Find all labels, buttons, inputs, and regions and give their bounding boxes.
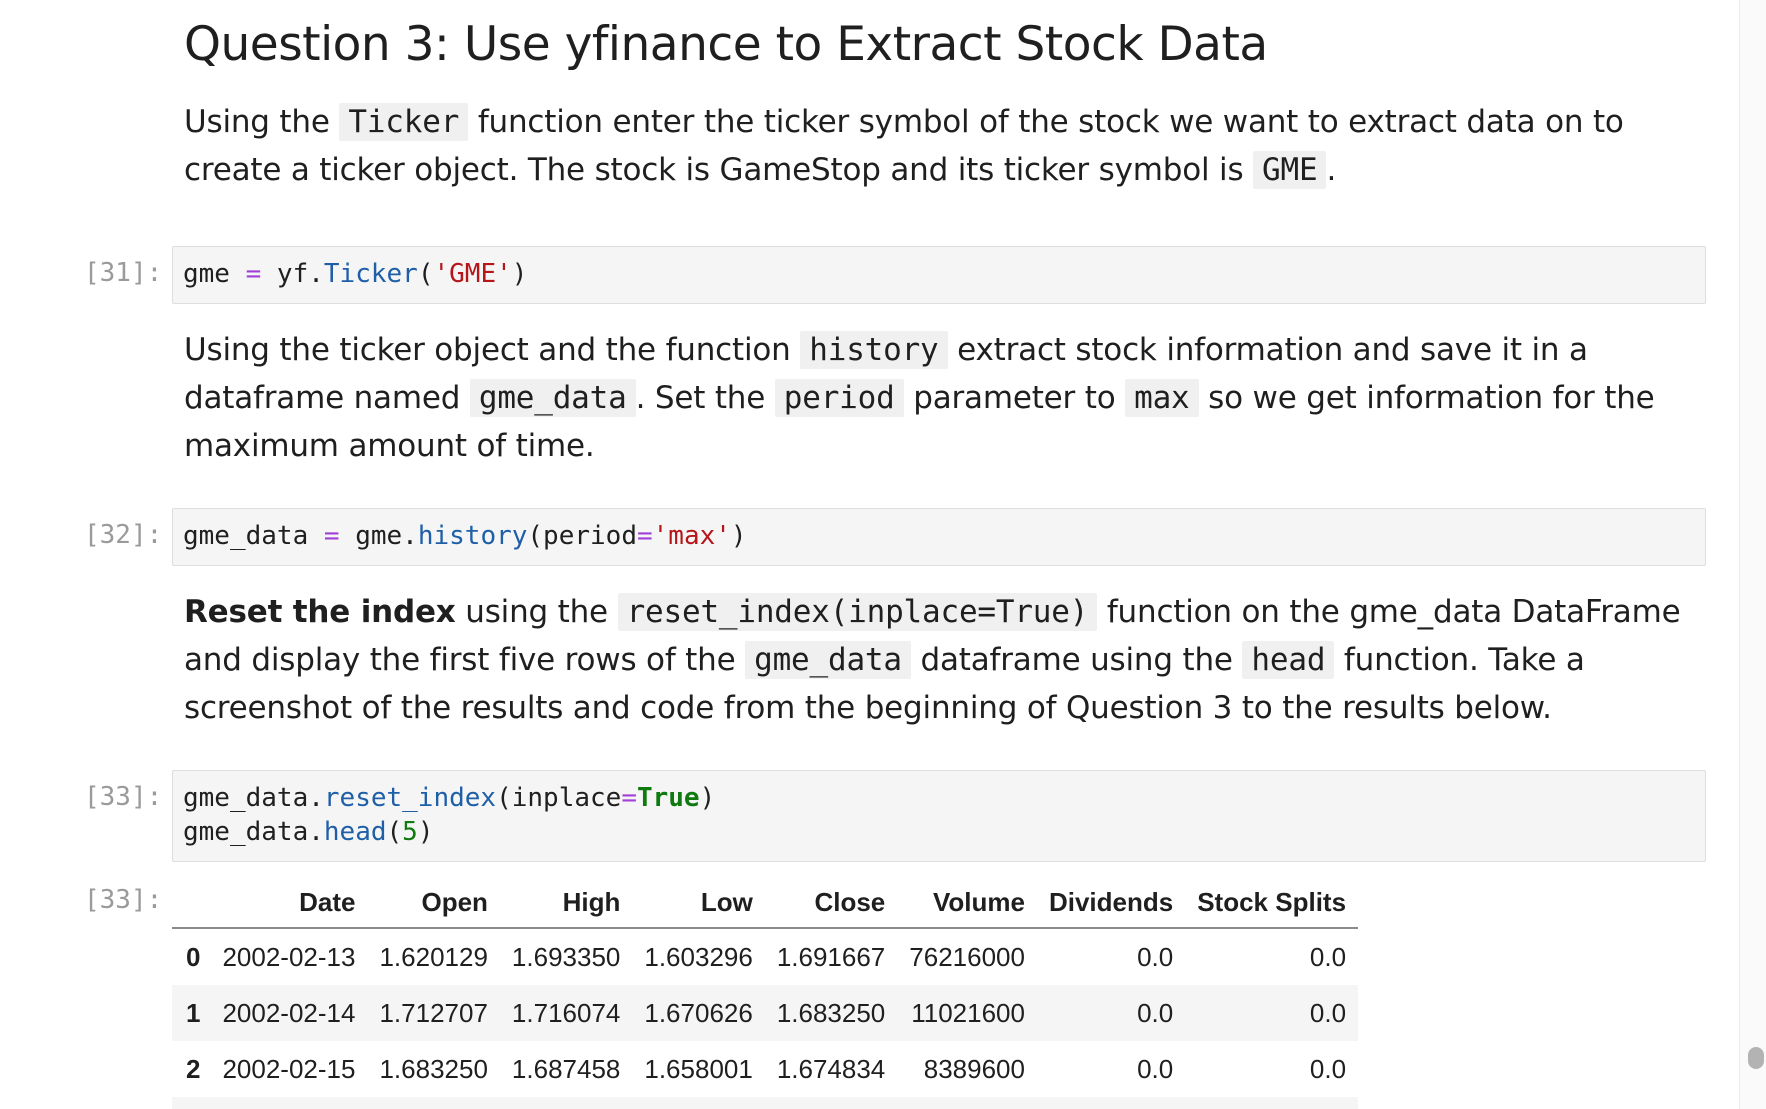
markdown-cell-history-instructions[interactable]: Using the ticker object and the function… (184, 326, 1684, 470)
cell-volume: 11021600 (897, 985, 1037, 1041)
code-token-keyword: True (636, 783, 700, 813)
row-index: 1 (172, 985, 211, 1041)
markdown-cell-ticker-instructions[interactable]: Using the Ticker function enter the tick… (184, 98, 1684, 194)
md-bold-text: Reset the index (184, 594, 456, 630)
code-token-operator: = (621, 783, 637, 813)
vertical-scrollbar[interactable] (1739, 0, 1766, 1109)
notebook: Question 3: Use yfinance to Extract Stoc… (0, 0, 1766, 1109)
md-text: Using the (184, 104, 340, 140)
column-header-date: Date (210, 877, 368, 929)
cell-open: 1.712707 (367, 985, 500, 1041)
md-text: dataframe using the (910, 642, 1243, 678)
cell-low: 1.658001 (644, 1053, 753, 1084)
cell-open: 1.620129 (379, 941, 488, 972)
code-token: gme_data. (183, 783, 324, 813)
code-token: ) (417, 817, 434, 847)
column-header-dividends: Dividends (1036, 877, 1186, 929)
cell-low: 1.670626 (632, 985, 765, 1041)
cell-volume: 76216000 (909, 941, 1025, 972)
code-token-operator: = (323, 521, 340, 551)
row-index: 2 (186, 1053, 201, 1084)
cell-close: 1.691667 (776, 941, 886, 972)
code-token: ( (386, 817, 403, 847)
inline-code-gme-data: gme_data (745, 641, 911, 679)
column-header-open: Open (367, 877, 500, 929)
inline-code-head: head (1242, 641, 1335, 679)
inline-code-history: history (800, 331, 948, 369)
inline-code-reset-index: reset_index(inplace=True) (617, 593, 1098, 631)
column-header-stock-splits: Stock Splits (1185, 877, 1359, 929)
code-token: (period (527, 521, 637, 551)
cell-date: 2002-02-15 (222, 1053, 356, 1084)
cell-dividends: 0.0 (1137, 941, 1174, 972)
code-token-function: head (323, 817, 387, 847)
code-cell-31[interactable]: gme = yf.Ticker('GME') (172, 246, 1706, 304)
execution-count-31: [31]: (84, 258, 163, 288)
table-row: 0 2002-02-13 1.620129 1.693350 1.603296 … (172, 928, 1358, 985)
code-token-function: history (417, 521, 528, 551)
column-header-volume: Volume (897, 877, 1037, 929)
code-token: gme (183, 259, 246, 289)
code-token-function: reset_index (323, 783, 497, 813)
inline-code-gme: GME (1253, 151, 1327, 189)
md-text: . (1326, 152, 1337, 188)
inline-code-gme-data: gme_data (469, 379, 636, 417)
cell-open: 1.683250 (379, 1053, 488, 1084)
cell-high: 1.716074 (499, 985, 633, 1041)
code-token-string: 'GME' (433, 259, 512, 289)
code-token: ) (730, 521, 747, 551)
cell-dividends: 0.0 (1137, 1053, 1174, 1084)
code-token: gme_data. (183, 817, 324, 847)
inline-code-ticker: Ticker (339, 103, 469, 141)
code-token-string: 'max' (652, 521, 731, 551)
code-token: gme_data (183, 521, 324, 551)
cell-close: 1.683250 (764, 985, 898, 1041)
cell-dividends: 0.0 (1036, 985, 1186, 1041)
execution-count-32: [32]: (84, 520, 163, 550)
code-token-operator: = (636, 521, 653, 551)
cell-stock-splits: 0.0 (1309, 941, 1347, 972)
cell-high: 1.693350 (511, 941, 621, 972)
md-text: using the (455, 594, 618, 630)
code-token: ) (699, 783, 716, 813)
output-prompt-33: [33]: (84, 885, 163, 915)
code-token-function: Ticker (323, 259, 418, 289)
column-header-index (172, 877, 211, 929)
column-header-close: Close (764, 877, 898, 929)
cell-close: 1.674834 (776, 1053, 886, 1084)
row-index: 0 (186, 941, 201, 972)
code-token-operator: = (245, 259, 262, 289)
dataframe-output: Date Open High Low Close Volume Dividend… (172, 877, 1359, 1109)
cell-low: 1.603296 (644, 941, 753, 972)
code-token: (inplace (496, 783, 622, 813)
inline-code-max: max (1125, 379, 1199, 417)
column-header-high: High (499, 877, 633, 929)
inline-code-period: period (774, 379, 904, 417)
question-heading: Question 3: Use yfinance to Extract Stoc… (184, 17, 1268, 72)
cell-high: 1.687458 (511, 1053, 621, 1084)
execution-count-33: [33]: (84, 782, 163, 812)
cell-stock-splits: 0.0 (1185, 985, 1359, 1041)
md-text: . Set the (635, 380, 775, 416)
code-token: ( (417, 259, 434, 289)
table-row: 2 2002-02-15 1.683250 1.687458 1.658001 … (172, 1041, 1358, 1097)
table-row: 1 2002-02-14 1.712707 1.716074 1.670626 … (172, 985, 1359, 1041)
code-cell-33[interactable]: gme_data.reset_index(inplace=True) gme_d… (172, 770, 1706, 862)
md-text: Using the ticker object and the function (184, 332, 801, 368)
code-cell-32[interactable]: gme_data = gme.history(period='max') (172, 508, 1706, 566)
cell-stock-splits: 0.0 (1309, 1053, 1347, 1084)
cell-volume: 8389600 (923, 1053, 1025, 1084)
code-token-number: 5 (402, 817, 418, 847)
code-token: ) (511, 259, 528, 289)
table-row-partial (172, 1097, 1359, 1109)
md-text: parameter to (903, 380, 1126, 416)
dataframe-header-row: Date Open High Low Close Volume Dividend… (172, 877, 1359, 929)
code-token: yf. (261, 259, 324, 289)
markdown-cell-reset-index-instructions[interactable]: Reset the index using the reset_index(in… (184, 588, 1684, 732)
scrollbar-thumb[interactable] (1748, 1047, 1764, 1069)
column-header-low: Low (632, 877, 765, 929)
cell-date: 2002-02-13 (222, 941, 356, 972)
code-token: gme. (339, 521, 418, 551)
cell-date: 2002-02-14 (210, 985, 368, 1041)
